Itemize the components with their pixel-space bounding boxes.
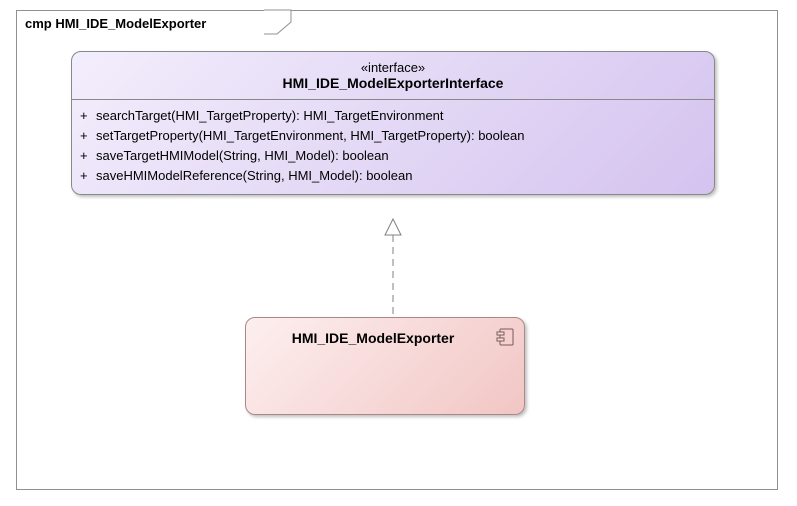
operation-signature: setTargetProperty(HMI_TargetEnvironment,… [96,126,706,146]
operation-signature: saveHMIModelReference(String, HMI_Model)… [96,166,706,186]
operation-row: + saveTargetHMIModel(String, HMI_Model):… [80,146,706,166]
operation-visibility: + [80,126,96,146]
operation-visibility: + [80,106,96,126]
frame-tab: cmp HMI_IDE_ModelExporter [16,10,265,35]
operation-visibility: + [80,146,96,166]
operation-row: + searchTarget(HMI_TargetProperty): HMI_… [80,106,706,126]
frame-title: cmp HMI_IDE_ModelExporter [25,16,206,31]
component-icon [496,328,514,346]
operation-signature: saveTargetHMIModel(String, HMI_Model): b… [96,146,706,166]
interface-classifier[interactable]: «interface» HMI_IDE_ModelExporterInterfa… [71,51,715,195]
operation-signature: searchTarget(HMI_TargetProperty): HMI_Ta… [96,106,706,126]
diagram-frame: cmp HMI_IDE_ModelExporter «interface» HM… [16,10,778,490]
operation-row: + setTargetProperty(HMI_TargetEnvironmen… [80,126,706,146]
component-classifier[interactable]: HMI_IDE_ModelExporter [245,317,525,415]
operation-row: + saveHMIModelReference(String, HMI_Mode… [80,166,706,186]
diagram-canvas: cmp HMI_IDE_ModelExporter «interface» HM… [0,0,797,506]
component-name: HMI_IDE_ModelExporter [246,318,524,346]
interface-stereotype: «interface» [76,60,710,75]
operations-compartment: + searchTarget(HMI_TargetProperty): HMI_… [72,100,714,194]
realization-connector [383,217,403,319]
interface-header: «interface» HMI_IDE_ModelExporterInterfa… [72,52,714,100]
frame-tab-corner [263,10,293,34]
operation-visibility: + [80,166,96,186]
interface-name: HMI_IDE_ModelExporterInterface [76,75,710,91]
